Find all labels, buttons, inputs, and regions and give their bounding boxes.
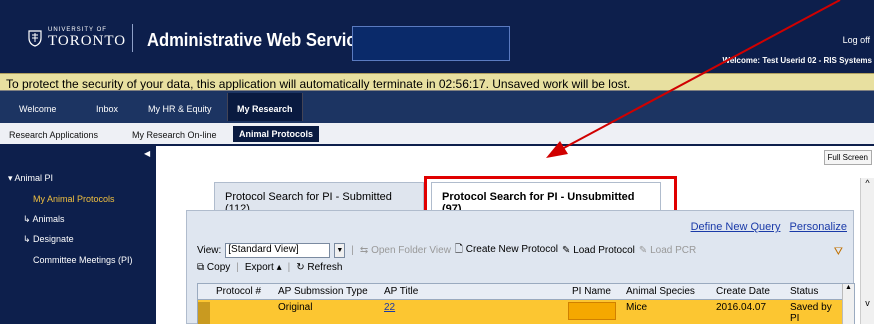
- logoff-link[interactable]: Log off: [843, 35, 870, 45]
- sidebar-item-committee-meetings[interactable]: Committee Meetings (PI): [33, 255, 133, 265]
- query-panel: Define New Query Personalize View: [Stan…: [186, 210, 855, 324]
- sidebar-item-label: Animals: [32, 214, 65, 224]
- pencil-icon: ✎: [638, 245, 651, 256]
- collapse-sidebar-icon[interactable]: ◀: [144, 149, 150, 158]
- crest-icon: [28, 30, 42, 47]
- filter-icon[interactable]: ⛛: [834, 246, 843, 259]
- open-folder-label: Open Folder View: [371, 245, 451, 256]
- column-create-date[interactable]: Create Date: [716, 286, 770, 297]
- copy-button[interactable]: ⧉ Copy: [197, 262, 230, 273]
- define-new-query-link[interactable]: Define New Query: [691, 221, 781, 233]
- sidebar-item-my-animal-protocols[interactable]: My Animal Protocols: [33, 194, 115, 204]
- column-pi-name[interactable]: PI Name: [572, 286, 611, 297]
- create-new-protocol-button[interactable]: 🗋 Create New Protocol: [455, 242, 558, 259]
- nav-my-hr-equity[interactable]: My HR & Equity: [148, 104, 212, 114]
- logo-divider: [132, 24, 133, 52]
- sidebar-section-animal-pi[interactable]: ▾ Animal PI: [8, 173, 53, 184]
- annotation-highlight-box: [424, 176, 677, 214]
- tab-submitted[interactable]: Protocol Search for PI - Submitted (112): [214, 182, 424, 215]
- table-header: Protocol # AP Submssion Type AP Title PI…: [198, 284, 844, 300]
- sub-arrow-icon: ↳: [23, 234, 34, 244]
- scroll-down-icon[interactable]: v: [861, 298, 874, 308]
- main-content: Full Screen Protocol Search for PI - Sub…: [156, 146, 874, 324]
- toolbar-separator: |: [287, 262, 291, 273]
- column-submission-type[interactable]: AP Submssion Type: [278, 286, 368, 297]
- refresh-label: Refresh: [307, 262, 343, 273]
- sidebar-section-label: Animal PI: [14, 173, 54, 183]
- header-blank-box: [352, 26, 510, 61]
- row-selector[interactable]: [198, 302, 210, 324]
- triangle-down-icon: ▴: [273, 262, 282, 273]
- open-folder-view-button[interactable]: ⇆ Open Folder View: [360, 245, 451, 256]
- refresh-icon: ↻: [296, 262, 308, 273]
- timeout-banner: To protect the security of your data, th…: [0, 73, 874, 91]
- dropdown-arrow-icon[interactable]: ▼: [334, 243, 346, 258]
- full-screen-button[interactable]: Full Screen: [823, 150, 872, 165]
- load-pcr-label: Load PCR: [650, 245, 697, 256]
- sub-arrow-icon: ↳: [23, 214, 33, 224]
- university-logo[interactable]: UNIVERSITY OF TORONTO: [28, 27, 126, 49]
- export-label: Export: [244, 262, 274, 273]
- scroll-up-icon[interactable]: ^: [861, 178, 874, 188]
- load-pcr-button[interactable]: ✎ Load PCR: [639, 245, 696, 256]
- pencil-icon: ✎: [562, 245, 574, 256]
- document-icon: 🗋: [454, 244, 466, 255]
- table-row[interactable]: Original 22 Mice 2016.04.07 Saved by PI: [198, 300, 844, 324]
- sidebar-item-animals[interactable]: ↳ Animals: [23, 214, 65, 225]
- toolbar-separator: |: [236, 262, 239, 273]
- column-status[interactable]: Status: [790, 286, 818, 297]
- app-title: Administrative Web Services: [147, 30, 375, 50]
- toolbar-separator: |: [351, 245, 354, 256]
- cell-animal-species: Mice: [626, 302, 648, 313]
- nav-my-research[interactable]: My Research: [227, 93, 303, 121]
- secondary-nav: Research Applications My Research On-lin…: [0, 123, 874, 146]
- load-protocol-button[interactable]: ✎ Load Protocol: [562, 245, 635, 256]
- cell-status: Saved by PI: [790, 302, 832, 324]
- column-animal-species[interactable]: Animal Species: [626, 286, 695, 297]
- nav-my-research-online[interactable]: My Research On-line: [132, 130, 217, 140]
- sidebar-item-label: Designate: [33, 234, 74, 244]
- protocol-table: Protocol # AP Submssion Type AP Title PI…: [197, 283, 855, 324]
- nav-animal-protocols[interactable]: Animal Protocols: [233, 126, 320, 142]
- folder-icon: ⇆: [359, 245, 372, 256]
- university-name: TORONTO: [48, 33, 127, 49]
- toolbar-row-2: ⧉ Copy | Export ▴ | ↻ Refresh: [197, 262, 342, 273]
- nav-inbox[interactable]: Inbox: [96, 104, 118, 114]
- sidebar: ◀ ▾ Animal PI My Animal Protocols ↳ Anim…: [0, 146, 156, 324]
- column-ap-title[interactable]: AP Title: [384, 286, 418, 297]
- cell-ap-title-link[interactable]: 22: [384, 302, 395, 313]
- export-button[interactable]: Export ▴: [245, 262, 282, 273]
- cell-create-date: 2016.04.07: [716, 302, 767, 313]
- cell-pi-name: [568, 302, 616, 320]
- column-protocol-number[interactable]: Protocol #: [216, 286, 261, 297]
- app-header: UNIVERSITY OF TORONTO Administrative Web…: [0, 0, 874, 73]
- copy-label: Copy: [206, 262, 231, 273]
- page-scrollbar[interactable]: ^ v: [860, 178, 874, 324]
- refresh-button[interactable]: ↻ Refresh: [296, 262, 342, 273]
- sidebar-item-designate[interactable]: ↳ Designate: [23, 234, 74, 245]
- view-label: View:: [197, 245, 222, 256]
- primary-nav: Welcome Inbox My HR & Equity My Research: [0, 91, 874, 123]
- nav-research-applications[interactable]: Research Applications: [9, 130, 98, 140]
- load-protocol-label: Load Protocol: [573, 245, 635, 256]
- personalize-link[interactable]: Personalize: [790, 221, 847, 233]
- nav-welcome[interactable]: Welcome: [19, 104, 56, 114]
- view-select[interactable]: [Standard View]: [225, 243, 331, 258]
- query-links: Define New Query Personalize: [685, 221, 847, 233]
- cell-submission-type: Original: [278, 302, 313, 313]
- copy-icon: ⧉: [197, 262, 207, 273]
- welcome-text: Welcome: Test Userid 02 - RIS Systems: [722, 56, 872, 65]
- create-label: Create New Protocol: [465, 244, 559, 255]
- table-scrollbar[interactable]: ▲: [842, 284, 854, 324]
- toolbar-row-1: View: [Standard View] ▼ | ⇆ Open Folder …: [197, 242, 696, 259]
